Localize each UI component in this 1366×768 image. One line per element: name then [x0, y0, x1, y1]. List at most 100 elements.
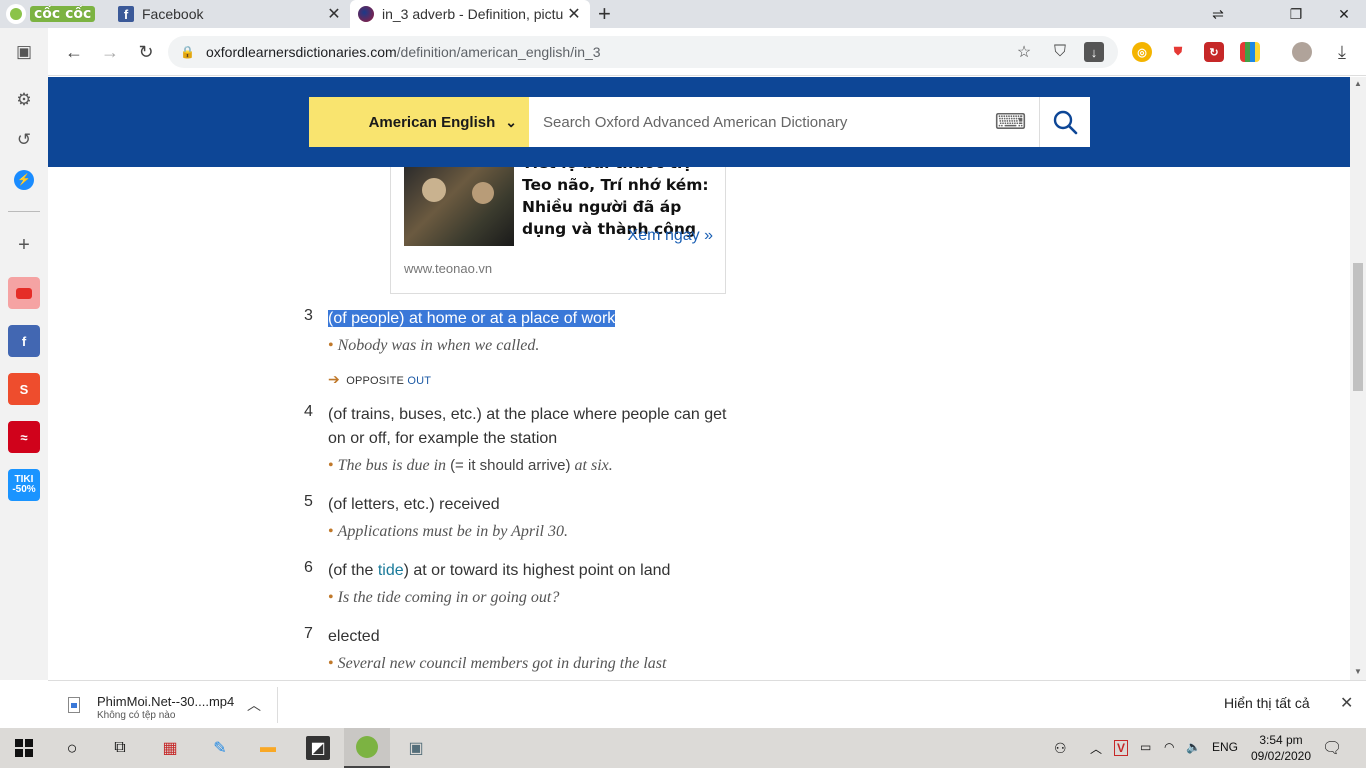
url-path: /definition/american_english/in_3 — [396, 44, 601, 60]
close-icon[interactable]: ✕ — [564, 4, 584, 24]
example: • Nobody was in when we called. — [328, 337, 540, 354]
sense-number: 6 — [304, 559, 313, 576]
chevron-up-icon[interactable]: ︿ — [1090, 740, 1102, 757]
restore-window-icon[interactable]: ❐ — [1276, 0, 1316, 28]
input-language[interactable]: ENG — [1212, 740, 1238, 754]
facebook-icon[interactable]: f — [8, 325, 40, 357]
oxford-favicon-icon — [358, 6, 374, 22]
xref-word-link[interactable]: OUT — [407, 375, 431, 387]
unikey-icon[interactable]: V — [1114, 740, 1129, 756]
adblock-extension-icon[interactable]: ⛊ — [1168, 42, 1188, 62]
ad-cta-link[interactable]: Xem ngay » — [628, 227, 713, 245]
example-gloss: (= it should arrive) — [450, 457, 571, 474]
messenger-icon[interactable]: ⚡ — [8, 164, 40, 196]
sidebar-divider — [8, 211, 40, 212]
close-icon[interactable]: ✕ — [324, 4, 344, 24]
sense-number: 7 — [304, 625, 313, 642]
definition: (of people) at home or at a place of wor… — [328, 307, 748, 331]
divider — [277, 687, 278, 723]
coccoc-extension-icon[interactable]: ◎ — [1132, 42, 1152, 62]
sticky-notes-icon[interactable]: ◩ — [306, 736, 330, 760]
download-file-name[interactable]: PhimMoi.Net--30....mp4 — [97, 694, 234, 709]
tab-strip: cốc cốc f Facebook ✕ in_3 adverb - Defin… — [0, 0, 1366, 28]
clock[interactable]: 3:54 pm 09/02/2020 — [1244, 732, 1318, 764]
search-icon[interactable]: ○ — [60, 736, 84, 760]
windows-start-icon[interactable] — [12, 736, 36, 760]
back-button[interactable]: ← — [60, 38, 88, 66]
example-text: Several new council members got in durin… — [337, 655, 667, 672]
file-explorer-icon[interactable]: ▬ — [256, 736, 280, 760]
reload-button[interactable]: ↻ — [132, 38, 160, 66]
dictionary-select-label: American English — [368, 113, 496, 131]
tab-oxford[interactable]: in_3 adverb - Definition, pictu ✕ — [350, 0, 590, 28]
dictionary-header: American English ⌄ ⌨ — [48, 77, 1350, 167]
sidebar-toggle-icon[interactable]: ▣ — [8, 36, 40, 68]
paint-icon[interactable]: ✎ — [208, 736, 232, 760]
app-icon[interactable]: ▣ — [404, 736, 428, 760]
definition-line: on or off, for example the station — [328, 430, 558, 447]
coccoc-logo[interactable]: cốc cốc — [6, 3, 96, 25]
definition-line: (of trains, buses, etc.) at the place wh… — [328, 406, 727, 423]
tab-facebook[interactable]: f Facebook ✕ — [110, 0, 350, 28]
youtube-icon[interactable] — [8, 277, 40, 309]
sense-number: 5 — [304, 493, 313, 510]
sense-number: 3 — [304, 307, 313, 324]
wifi-icon[interactable]: ◠ — [1164, 740, 1174, 754]
browser-toolbar: ← → ↻ 🔒 oxfordlearnersdictionaries.com/d… — [48, 28, 1366, 76]
selected-text: (of people) at home or at a place of wor… — [328, 310, 616, 327]
task-view-icon[interactable]: ⧉ — [108, 736, 132, 760]
battery-icon[interactable]: ▭ — [1140, 740, 1151, 754]
show-all-button[interactable]: Hiển thị tất cả — [1224, 695, 1310, 711]
example: • Applications must be in by April 30. — [328, 523, 568, 540]
shopee-icon[interactable]: S — [8, 373, 40, 405]
app-icon[interactable]: ▦ — [158, 736, 182, 760]
scroll-down-icon[interactable]: ▼ — [1354, 667, 1362, 676]
advertisement[interactable]: Tiết lộ bài thuốc trị Teo não, Trí nhớ k… — [390, 167, 726, 294]
coccoc-taskbar-icon[interactable] — [344, 728, 390, 768]
arrow-right-icon: ➔ — [328, 371, 340, 387]
windows-taskbar: ○ ⧉ ▦ ✎ ▬ ◩ ▣ ⚇ ︿ V ▭ ◠ 🔈 ENG 3:54 pm 09… — [0, 728, 1366, 768]
notification-icon[interactable]: 🗨 — [1322, 738, 1342, 758]
new-tab-button[interactable]: + — [598, 3, 611, 25]
tab-search-icon[interactable]: ⇌ — [1198, 0, 1238, 28]
chevron-down-icon: ⌄ — [505, 113, 517, 130]
lock-icon[interactable]: 🔒 — [180, 45, 195, 59]
example: • Is the tide coming in or going out? — [328, 589, 560, 606]
page-scrollbar[interactable]: ▲ ▼ — [1350, 77, 1366, 680]
dictionary-select[interactable]: American English ⌄ — [309, 97, 529, 147]
tiki-icon[interactable]: TIKI -50% — [8, 469, 40, 501]
sense-number: 4 — [304, 403, 313, 420]
address-bar[interactable]: 🔒 oxfordlearnersdictionaries.com/definit… — [168, 36, 1118, 68]
people-icon[interactable]: ⚇ — [1054, 740, 1067, 757]
clock-date: 09/02/2020 — [1250, 749, 1312, 763]
example-text: Is the tide coming in or going out? — [337, 589, 560, 606]
scroll-thumb[interactable] — [1353, 263, 1363, 391]
scroll-up-icon[interactable]: ▲ — [1354, 79, 1362, 88]
tide-link[interactable]: tide — [378, 562, 404, 579]
definition: (of trains, buses, etc.) at the place wh… — [328, 403, 748, 451]
download-video-icon[interactable]: ↓ — [1084, 42, 1104, 62]
lazada-icon[interactable]: ≈ — [8, 421, 40, 453]
history-icon[interactable]: ↺ — [8, 124, 40, 156]
downloads-icon[interactable]: ⤓ — [1328, 38, 1356, 66]
keyboard-icon[interactable]: ⌨ — [982, 97, 1040, 147]
close-icon[interactable]: ✕ — [1340, 693, 1353, 713]
forward-button[interactable]: → — [96, 38, 124, 66]
chevron-up-icon[interactable]: ︿ — [247, 695, 261, 715]
volume-icon[interactable]: 🔈 — [1186, 740, 1201, 754]
facebook-icon: f — [118, 6, 134, 22]
example: • Several new council members got in duri… — [328, 655, 667, 672]
color-extension-icon[interactable] — [1240, 42, 1260, 62]
close-window-icon[interactable]: ✕ — [1324, 0, 1364, 28]
file-icon — [68, 697, 80, 713]
add-shortcut-icon[interactable]: + — [8, 229, 40, 261]
bookmark-star-icon[interactable]: ☆ — [1012, 40, 1036, 64]
sync-extension-icon[interactable]: ↻ — [1204, 42, 1224, 62]
settings-icon[interactable]: ⚙ — [8, 84, 40, 116]
search-input[interactable] — [529, 97, 982, 147]
cross-reference: ➔ OPPOSITE OUT — [328, 371, 431, 388]
search-button[interactable] — [1040, 97, 1090, 147]
shield-icon[interactable]: ⛉ — [1048, 40, 1072, 64]
definition-text: (of the — [328, 562, 374, 579]
profile-avatar[interactable] — [1292, 42, 1312, 62]
